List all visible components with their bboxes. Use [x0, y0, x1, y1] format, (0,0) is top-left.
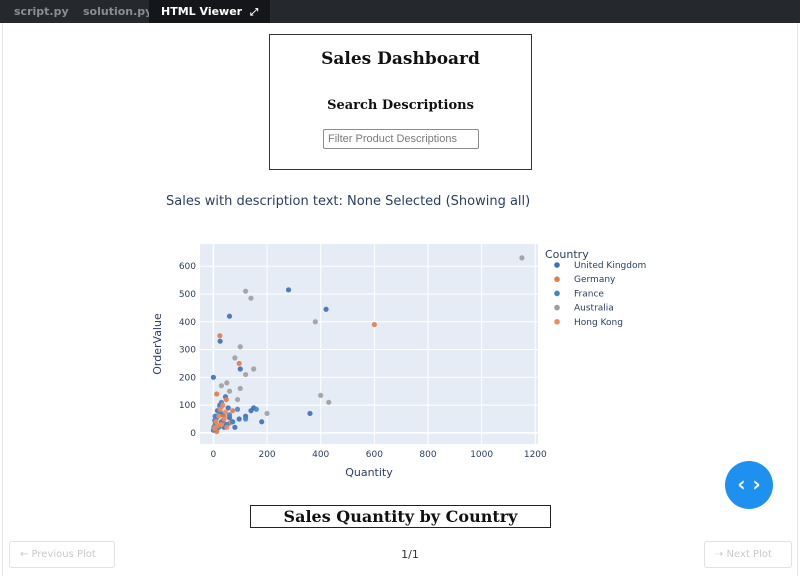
plot-area: [200, 244, 538, 444]
data-point[interactable]: [230, 419, 236, 425]
data-point[interactable]: [222, 409, 229, 415]
x-tick-label: 600: [366, 450, 383, 460]
tab-html-viewer-label: HTML Viewer: [161, 5, 243, 18]
data-point[interactable]: [307, 410, 313, 417]
previous-plot-button[interactable]: ← Previous Plot: [9, 541, 115, 568]
scatter-chart[interactable]: 0 200 400 600 800 1000 1200 0 100 200 300 400 500 600…: [140, 235, 670, 485]
legend-title: Country: [545, 248, 589, 261]
data-point[interactable]: [253, 406, 259, 412]
y-tick-label: 600: [179, 262, 196, 272]
expand-icon[interactable]: ⤢: [250, 1, 258, 24]
data-point[interactable]: [285, 287, 292, 293]
data-point[interactable]: [230, 408, 236, 414]
data-point[interactable]: [251, 366, 257, 372]
page-indicator: 1/1: [401, 548, 419, 561]
data-point[interactable]: [243, 288, 249, 294]
data-point[interactable]: [519, 255, 525, 261]
legend-marker: [554, 290, 560, 297]
filter-status-text: Sales with description text: None Select…: [166, 194, 531, 209]
search-heading: Search Descriptions: [327, 98, 474, 113]
tab-solution-py[interactable]: solution.py: [83, 0, 152, 23]
legend-item-label[interactable]: Germany: [574, 275, 616, 285]
data-point[interactable]: [237, 385, 243, 392]
data-point[interactable]: [243, 371, 249, 378]
data-point[interactable]: [214, 391, 220, 397]
data-point[interactable]: [224, 380, 230, 386]
data-point[interactable]: [210, 374, 217, 380]
data-point[interactable]: [323, 306, 329, 312]
data-point[interactable]: [318, 392, 324, 398]
legend-item-label[interactable]: France: [574, 289, 604, 299]
data-point[interactable]: [224, 424, 230, 430]
code-toggle-icon: ‹ ›: [737, 472, 761, 496]
y-tick-label: 0: [190, 429, 196, 439]
legend-item-label[interactable]: Australia: [574, 304, 614, 314]
legend-marker: [554, 276, 560, 282]
data-point[interactable]: [236, 360, 242, 367]
editor-tab-bar: script.py solution.py HTML Viewer ⤢: [0, 0, 800, 23]
x-tick-label: 1200: [524, 450, 547, 460]
data-point[interactable]: [259, 419, 265, 425]
data-point[interactable]: [221, 416, 227, 422]
y-tick-label: 300: [179, 346, 196, 356]
data-point[interactable]: [248, 295, 254, 301]
data-point[interactable]: [232, 424, 238, 430]
legend-marker: [554, 304, 560, 311]
legend-item-label[interactable]: United Kingdom: [574, 261, 646, 271]
data-point[interactable]: [264, 410, 270, 417]
x-tick-label: 1000: [470, 450, 493, 460]
legend-item-label[interactable]: Hong Kong: [574, 318, 623, 328]
x-tick-label: 200: [258, 450, 275, 460]
data-point[interactable]: [226, 313, 233, 319]
data-point[interactable]: [216, 413, 222, 419]
x-tick-label: 400: [312, 450, 329, 460]
y-tick-label: 400: [179, 318, 196, 328]
search-panel: Sales Dashboard Search Descriptions: [269, 34, 532, 170]
data-point[interactable]: [234, 406, 241, 412]
data-point[interactable]: [217, 338, 223, 344]
data-point[interactable]: [237, 344, 243, 350]
section-title: Sales Quantity by Country: [250, 505, 551, 528]
y-tick-label: 200: [179, 373, 196, 383]
search-input[interactable]: [323, 129, 479, 149]
data-point[interactable]: [218, 421, 225, 428]
y-axis-title: OrderValue: [151, 313, 164, 375]
y-tick-label: 500: [179, 290, 196, 300]
data-point[interactable]: [212, 426, 218, 432]
data-point[interactable]: [217, 333, 223, 339]
legend-marker: [554, 262, 560, 268]
data-point[interactable]: [217, 406, 223, 412]
x-axis-title: Quantity: [345, 466, 393, 479]
tab-html-viewer[interactable]: HTML Viewer ⤢: [149, 0, 271, 24]
data-point[interactable]: [236, 416, 242, 422]
page-title: Sales Dashboard: [321, 49, 480, 69]
legend[interactable]: Country United Kingdom Germany France Austr…: [545, 248, 646, 328]
data-point[interactable]: [223, 396, 229, 403]
y-tick-label: 100: [179, 401, 196, 411]
data-point[interactable]: [218, 383, 225, 389]
data-point[interactable]: [312, 319, 318, 325]
code-toggle-button[interactable]: ‹ ›: [725, 461, 773, 509]
x-tick-label: 800: [419, 450, 436, 460]
next-plot-button[interactable]: ⇢ Next Plot: [704, 541, 792, 568]
data-point[interactable]: [226, 388, 233, 394]
x-tick-label: 0: [211, 450, 217, 460]
data-point[interactable]: [237, 366, 243, 372]
tab-script-py[interactable]: script.py: [14, 0, 69, 23]
data-point[interactable]: [326, 399, 332, 405]
legend-marker: [554, 319, 560, 325]
data-point[interactable]: [243, 416, 249, 422]
data-point[interactable]: [371, 321, 377, 328]
data-point[interactable]: [232, 355, 238, 361]
data-point[interactable]: [234, 396, 241, 403]
